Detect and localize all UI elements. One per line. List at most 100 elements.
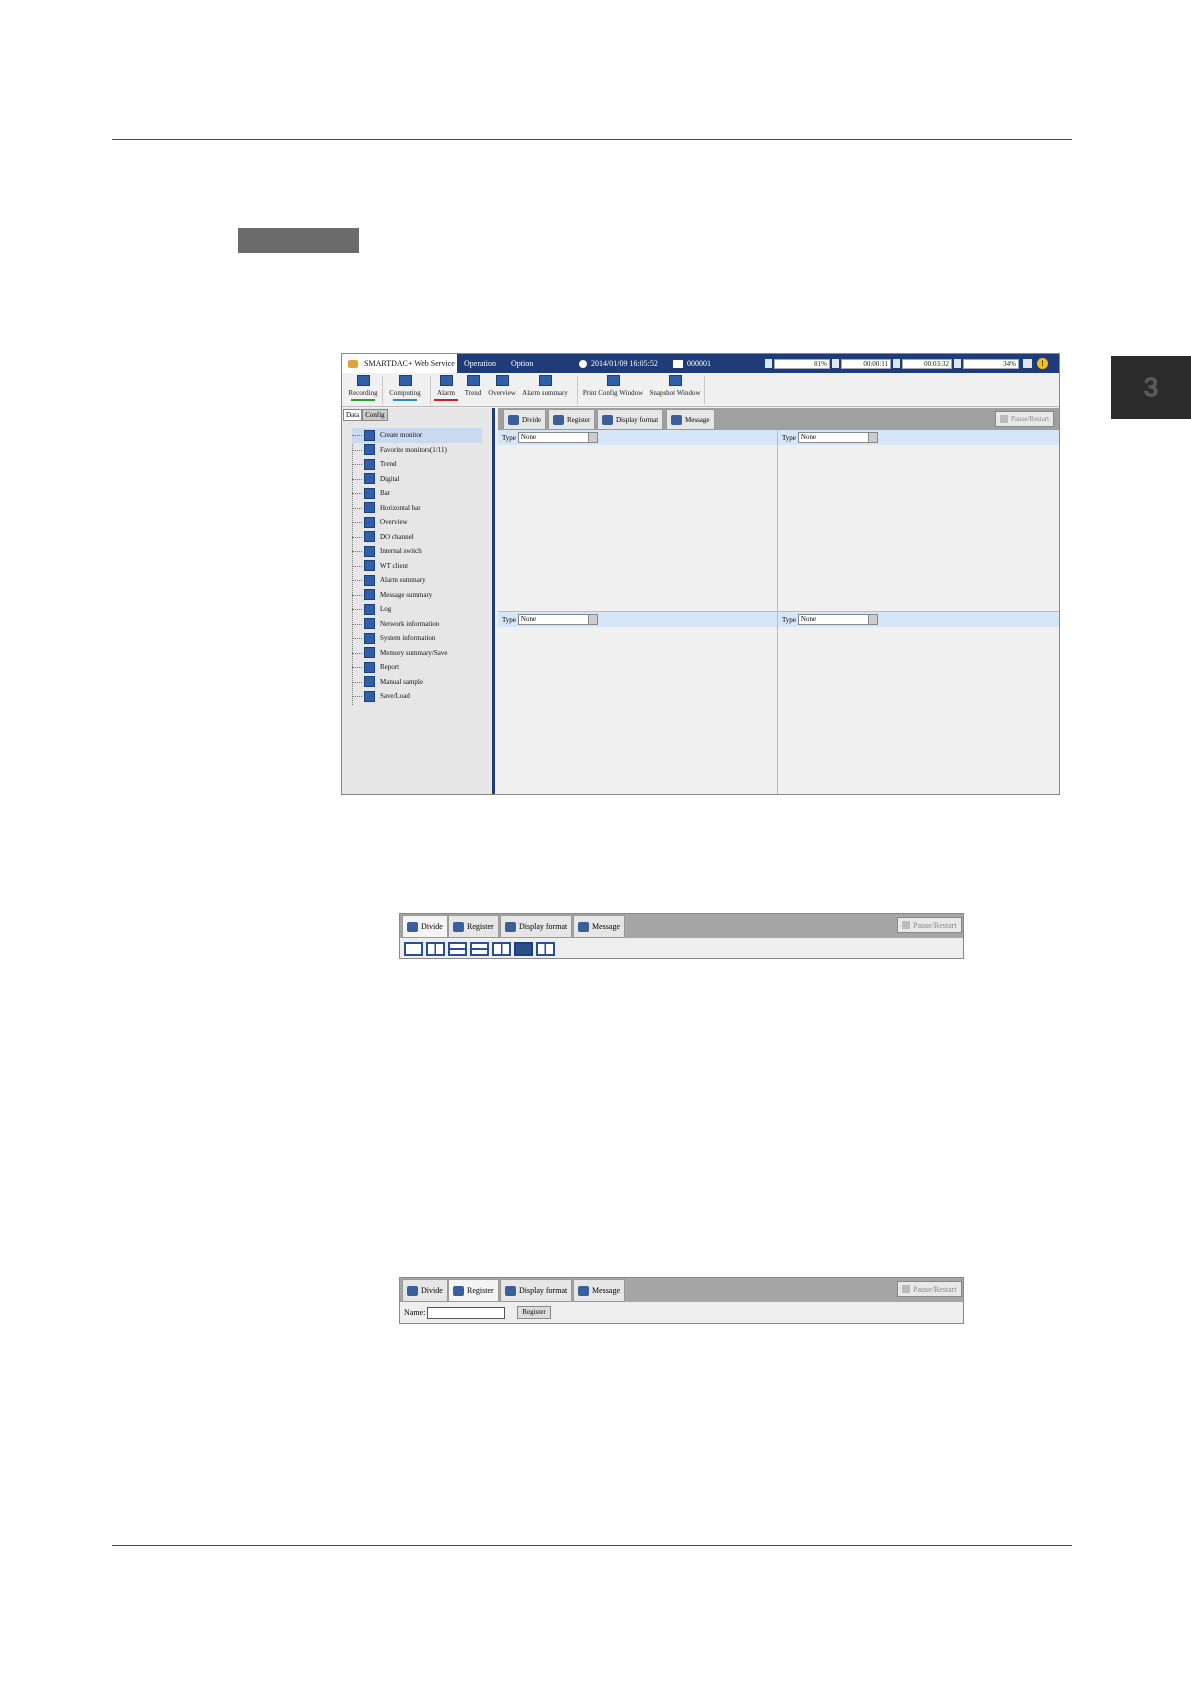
type-select[interactable]: None bbox=[517, 432, 598, 443]
tab-divide[interactable]: Divide bbox=[402, 1279, 448, 1302]
tree-item-do-channel[interactable]: DO channel bbox=[352, 530, 482, 545]
alarm-button[interactable]: Alarm bbox=[434, 375, 458, 405]
register-name-row: Name: Register bbox=[404, 1306, 551, 1319]
trend-icon bbox=[466, 375, 480, 386]
tree-item-favorite-monitors[interactable]: Favorite monitors(1/11) bbox=[352, 443, 482, 458]
tree-item-log[interactable]: Log bbox=[352, 602, 482, 617]
tab-display-format[interactable]: Display format bbox=[500, 915, 573, 938]
tab-divide[interactable]: Divide bbox=[503, 409, 547, 430]
tree-item-bar[interactable]: Bar bbox=[352, 486, 482, 501]
cell-1-header: Type None bbox=[498, 430, 777, 445]
warning-icon[interactable]: ! bbox=[1037, 358, 1048, 369]
tree-item-system-information[interactable]: System information bbox=[352, 631, 482, 646]
pause-restart-button[interactable]: Pause/Restart bbox=[897, 1281, 962, 1297]
tab-display-format[interactable]: Display format bbox=[597, 409, 664, 430]
menu-option[interactable]: Option bbox=[511, 354, 533, 373]
tree-item-alarm-summary[interactable]: Alarm summary bbox=[352, 573, 482, 588]
recording-label: Recording bbox=[348, 389, 378, 397]
nav-tabs: Data Config bbox=[343, 409, 388, 421]
computing-button[interactable]: Computing bbox=[387, 375, 423, 405]
tree-item-manual-sample[interactable]: Manual sample bbox=[352, 675, 482, 690]
wt-client-icon bbox=[364, 560, 375, 572]
computing-status-bar bbox=[393, 399, 417, 401]
layout-2-vertical-button[interactable] bbox=[426, 942, 445, 956]
trend-button[interactable]: Trend bbox=[463, 375, 483, 405]
strip-toolbar: Divide Register Display format Message P… bbox=[400, 1278, 963, 1302]
layout-3-left-button[interactable] bbox=[492, 942, 511, 956]
message-icon bbox=[671, 414, 682, 425]
pause-label: Pause/Restart bbox=[913, 1284, 957, 1294]
tree-item-network-information[interactable]: Network information bbox=[352, 617, 482, 632]
alarm-summary-button[interactable]: Alarm summary bbox=[521, 375, 569, 405]
chevron-down-icon bbox=[587, 433, 597, 442]
type-select[interactable]: None bbox=[797, 614, 878, 625]
layout-1-button[interactable] bbox=[404, 942, 423, 956]
type-label: Type bbox=[502, 433, 516, 442]
tab-register[interactable]: Register bbox=[448, 915, 499, 938]
layout-3-top-button[interactable] bbox=[470, 942, 489, 956]
type-value: None bbox=[800, 615, 817, 623]
cell-3-header: Type None bbox=[498, 612, 777, 627]
tab-message[interactable]: Message bbox=[666, 409, 715, 430]
tab-register[interactable]: Register bbox=[448, 1279, 499, 1302]
tree-item-trend[interactable]: Trend bbox=[352, 457, 482, 472]
tree-item-label: Horizontal bar bbox=[380, 503, 421, 512]
save-icon bbox=[453, 1285, 464, 1296]
title-bar: SMARTDAC+ Web Service Operation Option 2… bbox=[342, 354, 1059, 373]
tab-message[interactable]: Message bbox=[573, 1279, 625, 1302]
type-select[interactable]: None bbox=[797, 432, 878, 443]
chevron-down-icon bbox=[867, 615, 877, 624]
tree-item-internal-switch[interactable]: Internal switch bbox=[352, 544, 482, 559]
switch-icon bbox=[364, 545, 375, 557]
layout-4-button[interactable] bbox=[514, 942, 533, 956]
tab-register[interactable]: Register bbox=[548, 409, 596, 430]
layout-3-right-button[interactable] bbox=[536, 942, 555, 956]
type-select[interactable]: None bbox=[517, 614, 598, 625]
tree-item-save-load[interactable]: Save/Load bbox=[352, 689, 482, 704]
computing-icon bbox=[398, 375, 412, 386]
tree-item-create-monitor[interactable]: Create monitor bbox=[352, 428, 482, 443]
tab-config[interactable]: Config bbox=[362, 409, 388, 421]
recording-button[interactable]: Recording bbox=[348, 375, 378, 405]
report-icon bbox=[364, 661, 375, 673]
datetime-text: 2014/01/09 16:05:52 bbox=[591, 359, 658, 368]
horizontal-bar-icon bbox=[364, 502, 375, 514]
overview-button[interactable]: Overview bbox=[487, 375, 517, 405]
register-button[interactable]: Register bbox=[517, 1306, 551, 1319]
tab-divide[interactable]: Divide bbox=[402, 915, 448, 938]
app-logo-icon bbox=[348, 359, 358, 368]
log-icon bbox=[364, 603, 375, 615]
menu-operation[interactable]: Operation bbox=[464, 354, 496, 373]
bottom-rule bbox=[112, 1545, 1072, 1546]
tree-item-label: DO channel bbox=[380, 532, 414, 541]
alarm-summary-icon bbox=[538, 375, 552, 386]
trend-label: Trend bbox=[464, 389, 482, 397]
tree-item-label: Report bbox=[380, 663, 400, 672]
name-input[interactable] bbox=[427, 1306, 506, 1319]
overview-icon bbox=[495, 375, 509, 386]
alarm-icon bbox=[439, 375, 453, 386]
snapshot-window-button[interactable]: Snapshot Window bbox=[649, 375, 701, 405]
tree-item-digital[interactable]: Digital bbox=[352, 472, 482, 487]
pause-restart-button[interactable]: Pause/Restart bbox=[995, 411, 1055, 427]
tab-label: Divide bbox=[421, 1286, 443, 1295]
system-icon bbox=[364, 632, 375, 644]
digital-icon bbox=[364, 473, 375, 485]
tree-item-wt-client[interactable]: WT client bbox=[352, 559, 482, 574]
tab-message[interactable]: Message bbox=[573, 915, 625, 938]
tree-item-overview[interactable]: Overview bbox=[352, 515, 482, 530]
divide-icon bbox=[407, 1285, 418, 1296]
monitor-icon bbox=[673, 359, 683, 368]
media-icon bbox=[954, 359, 961, 368]
tab-display-format[interactable]: Display format bbox=[500, 1279, 573, 1302]
tree-item-memory-summary[interactable]: Memory summary/Save bbox=[352, 646, 482, 661]
tree-item-horizontal-bar[interactable]: Horizontal bar bbox=[352, 501, 482, 516]
print-config-window-button[interactable]: Print Config Window bbox=[582, 375, 644, 405]
layout-2-horizontal-button[interactable] bbox=[448, 942, 467, 956]
tab-data[interactable]: Data bbox=[343, 409, 363, 421]
tree-item-report[interactable]: Report bbox=[352, 660, 482, 675]
pause-icon bbox=[902, 921, 910, 929]
alarm-label: Alarm bbox=[437, 389, 455, 397]
tree-item-message-summary[interactable]: Message summary bbox=[352, 588, 482, 603]
pause-restart-button[interactable]: Pause/Restart bbox=[897, 917, 962, 933]
